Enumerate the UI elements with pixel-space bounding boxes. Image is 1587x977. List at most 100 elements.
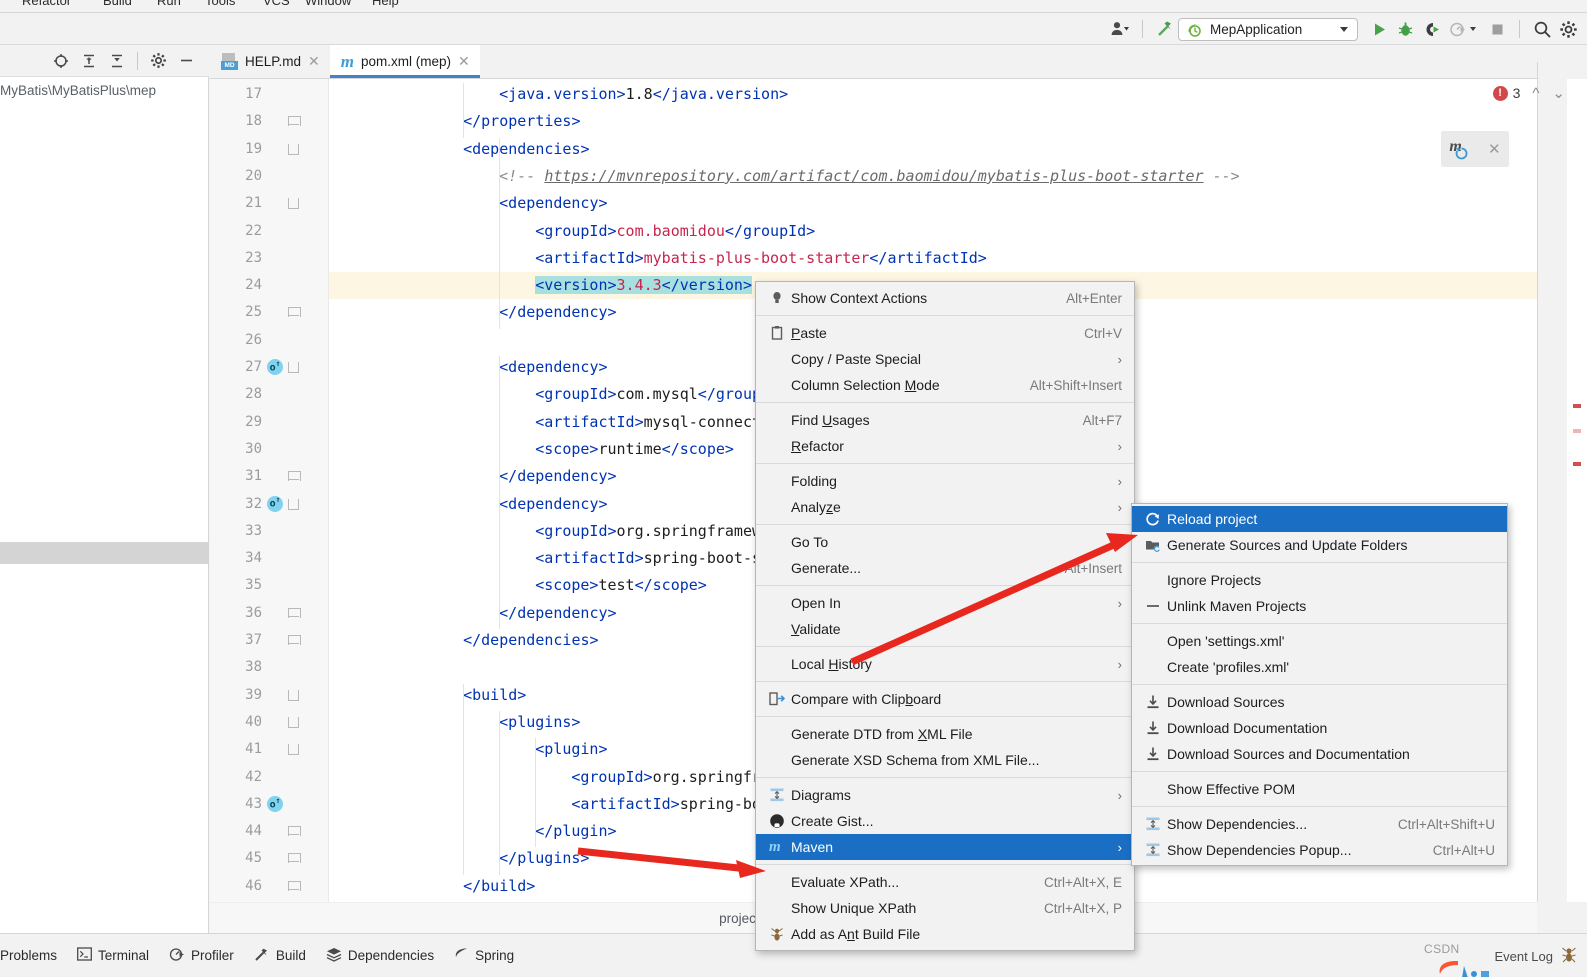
event-log-label[interactable]: Event Log: [1494, 949, 1553, 964]
menu-item-tools[interactable]: Tools: [205, 0, 235, 8]
profile-button[interactable]: [1444, 16, 1470, 42]
fold-expanded-icon[interactable]: [288, 198, 299, 210]
submenu-item-show-dependencies[interactable]: Show Dependencies... Ctrl+Alt+Shift+U: [1132, 811, 1507, 837]
submenu-item-reload-project[interactable]: Reload project: [1132, 506, 1507, 532]
code-line[interactable]: </properties>: [329, 108, 580, 135]
code-line[interactable]: <plugin>: [329, 736, 607, 763]
menu-item-generate-dtd-from-xml-file[interactable]: Generate DTD from XML File: [756, 721, 1134, 747]
error-stripe[interactable]: [1567, 79, 1587, 902]
maven-reload-popup[interactable]: m ✕: [1441, 131, 1509, 167]
status-item-problems[interactable]: Problems: [0, 948, 57, 963]
menu-item-generate-xsd-schema-from-xml-file[interactable]: Generate XSD Schema from XML File...: [756, 747, 1134, 773]
settings-gear-icon[interactable]: [1555, 16, 1581, 42]
run-button[interactable]: [1366, 16, 1392, 42]
menu-item-column-selection-mode[interactable]: Column Selection Mode Alt+Shift+Insert: [756, 372, 1134, 398]
code-line[interactable]: </plugin>: [329, 818, 616, 845]
breadcrumb-item-project[interactable]: project: [719, 911, 760, 926]
submenu-item-download-documentation[interactable]: Download Documentation: [1132, 715, 1507, 741]
main-menu-bar[interactable]: Refactor Build Run Tools VCS Window Help: [0, 0, 1587, 13]
fold-expanded-icon[interactable]: [288, 716, 299, 728]
search-icon[interactable]: [1529, 16, 1555, 42]
menu-item-validate[interactable]: Validate: [756, 616, 1134, 642]
menu-item-add-as-ant-build-file[interactable]: Add as Ant Build File: [756, 921, 1134, 947]
menu-item-create-gist[interactable]: Create Gist...: [756, 808, 1134, 834]
code-line[interactable]: <!-- https://mvnrepository.com/artifact/…: [329, 163, 1240, 190]
menu-item-copy-paste-special[interactable]: Copy / Paste Special ›: [756, 346, 1134, 372]
maven-update-gutter-icon[interactable]: o↑: [267, 359, 283, 375]
chevron-down-icon[interactable]: [1340, 26, 1348, 32]
error-marker[interactable]: [1573, 462, 1581, 466]
submenu-item-unlink-maven-projects[interactable]: Unlink Maven Projects: [1132, 593, 1507, 619]
submenu-item-show-dependencies-popup[interactable]: Show Dependencies Popup... Ctrl+Alt+U: [1132, 837, 1507, 863]
project-tree-selected-row[interactable]: [0, 542, 209, 564]
submenu-item-download-sources[interactable]: Download Sources: [1132, 689, 1507, 715]
previous-problem-icon[interactable]: ^: [1532, 85, 1539, 102]
expand-all-icon[interactable]: [76, 48, 102, 74]
fold-collapse-icon[interactable]: [288, 116, 301, 127]
menu-item-open-in[interactable]: Open In ›: [756, 590, 1134, 616]
menu-item-refactor[interactable]: Refactor ›: [756, 433, 1134, 459]
code-line[interactable]: <plugins>: [329, 709, 580, 736]
fold-collapse-icon[interactable]: [288, 607, 301, 619]
maven-update-gutter-icon[interactable]: o↑: [267, 495, 283, 512]
submenu-item-show-effective-pom[interactable]: Show Effective POM: [1132, 776, 1507, 802]
fold-collapse-icon[interactable]: [288, 635, 301, 646]
menu-item-paste[interactable]: Paste Ctrl+V: [756, 320, 1134, 346]
menu-item-go-to[interactable]: Go To ›: [756, 529, 1134, 555]
status-item-spring[interactable]: Spring: [454, 947, 514, 964]
fold-collapse-icon[interactable]: [288, 471, 301, 482]
close-icon[interactable]: ✕: [458, 53, 470, 70]
code-line[interactable]: <dependency>: [329, 190, 607, 217]
menu-item-maven[interactable]: m Maven ›: [756, 834, 1134, 860]
next-problem-icon[interactable]: ⌄: [1552, 84, 1565, 102]
fold-expanded-icon[interactable]: [288, 744, 299, 756]
menu-item-diagrams[interactable]: Diagrams ›: [756, 782, 1134, 808]
maven-submenu[interactable]: Reload project Generate Sources and Updat…: [1131, 503, 1508, 866]
close-icon[interactable]: ✕: [308, 53, 320, 70]
menu-item-help[interactable]: Help: [372, 0, 399, 8]
menu-item-analyze[interactable]: Analyze ›: [756, 494, 1134, 520]
code-line[interactable]: </dependency>: [329, 600, 616, 627]
menu-item-window[interactable]: Window: [305, 0, 351, 8]
status-item-dependencies[interactable]: Dependencies: [326, 947, 434, 965]
error-marker[interactable]: [1573, 429, 1581, 433]
user-accounts-icon[interactable]: [1107, 16, 1133, 42]
status-item-terminal[interactable]: Terminal: [77, 947, 149, 964]
stop-button[interactable]: [1484, 16, 1510, 42]
menu-item-show-context-actions[interactable]: Show Context Actions Alt+Enter: [756, 285, 1134, 311]
fold-collapse-icon[interactable]: [288, 880, 301, 892]
submenu-item-generate-sources-and-update-folders[interactable]: Generate Sources and Update Folders: [1132, 532, 1507, 558]
code-line[interactable]: </plugins>: [329, 845, 589, 872]
locate-icon[interactable]: [48, 48, 74, 74]
status-item-build[interactable]: Build: [254, 947, 306, 965]
code-line[interactable]: [329, 327, 427, 354]
fold-expanded-icon[interactable]: [288, 143, 299, 155]
debug-button[interactable]: [1392, 16, 1418, 42]
inspection-status[interactable]: ! 3 ^ ⌄: [1492, 84, 1565, 102]
submenu-item-ignore-projects[interactable]: Ignore Projects: [1132, 567, 1507, 593]
code-line[interactable]: <groupId>com.mysql</groupId>: [329, 381, 788, 408]
code-line[interactable]: <groupId>com.baomidou</groupId>: [329, 218, 815, 245]
code-line[interactable]: <scope>runtime</scope>: [329, 436, 734, 463]
hide-panel-icon[interactable]: [173, 48, 199, 74]
menu-item-local-history[interactable]: Local History ›: [756, 651, 1134, 677]
fold-expanded-icon[interactable]: [288, 498, 299, 510]
tab-help-md[interactable]: MD HELP.md ✕: [210, 45, 330, 78]
editor-context-menu[interactable]: Show Context Actions Alt+Enter Paste Ctrl+V…: [755, 281, 1135, 951]
fold-collapse-icon[interactable]: [288, 826, 301, 837]
run-with-coverage-button[interactable]: [1418, 16, 1444, 42]
fold-collapse-icon[interactable]: [288, 307, 301, 318]
maven-reload-icon[interactable]: m: [1449, 138, 1471, 160]
settings-gear-icon-panel[interactable]: [145, 48, 171, 74]
menu-item-build[interactable]: Build: [103, 0, 132, 8]
submenu-item-create-profiles-xml[interactable]: Create 'profiles.xml': [1132, 654, 1507, 680]
code-line[interactable]: </dependency>: [329, 299, 616, 326]
menu-item-run[interactable]: Run: [157, 0, 181, 8]
submenu-item-download-sources-and-documentation[interactable]: Download Sources and Documentation: [1132, 741, 1507, 767]
menu-item-evaluate-xpath[interactable]: Evaluate XPath... Ctrl+Alt+X, E: [756, 869, 1134, 895]
status-item-profiler[interactable]: Profiler: [169, 947, 234, 965]
code-line[interactable]: <version>3.4.3</version>: [329, 272, 752, 299]
code-line[interactable]: <build>: [329, 682, 526, 709]
build-hammer-icon[interactable]: [1152, 16, 1178, 42]
menu-item-generate[interactable]: Generate... Alt+Insert: [756, 555, 1134, 581]
